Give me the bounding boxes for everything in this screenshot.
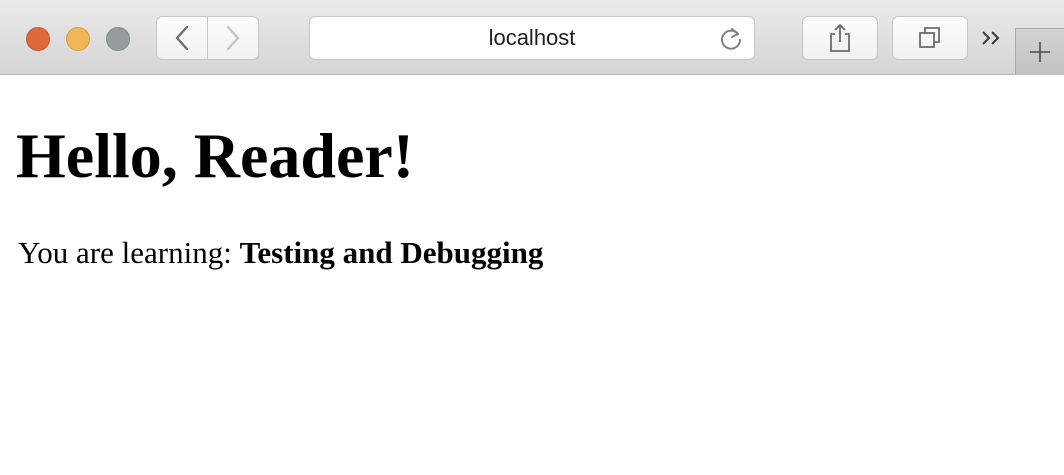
share-button[interactable] [802, 16, 878, 60]
learning-topic: Testing and Debugging [239, 235, 544, 270]
browser-window: localhost Hello, Reader! You are learnin… [0, 0, 1064, 475]
back-button[interactable] [156, 16, 208, 60]
reload-icon[interactable] [718, 26, 744, 52]
learning-prefix: You are learning: [18, 235, 240, 270]
address-bar[interactable]: localhost [309, 16, 755, 60]
page-content: Hello, Reader! You are learning: Testing… [0, 75, 1064, 475]
show-tabs-button[interactable] [892, 16, 968, 60]
page-heading: Hello, Reader! [16, 120, 415, 191]
forward-button[interactable] [207, 16, 259, 60]
more-toolbar-items-button[interactable] [978, 24, 1006, 52]
new-tab-button[interactable] [1015, 28, 1064, 75]
close-window-button[interactable] [26, 27, 50, 51]
plus-icon [1030, 42, 1050, 62]
chevron-right-icon [226, 25, 240, 51]
browser-toolbar: localhost [0, 0, 1064, 75]
tabs-icon [919, 27, 940, 48]
double-chevron-right-icon [982, 31, 1000, 45]
chevron-left-icon [175, 25, 189, 51]
zoom-window-button[interactable] [106, 27, 130, 51]
share-icon [830, 24, 850, 52]
minimize-window-button[interactable] [66, 27, 90, 51]
address-text: localhost [488, 25, 576, 50]
learning-line: You are learning: Testing and Debugging [18, 235, 543, 271]
